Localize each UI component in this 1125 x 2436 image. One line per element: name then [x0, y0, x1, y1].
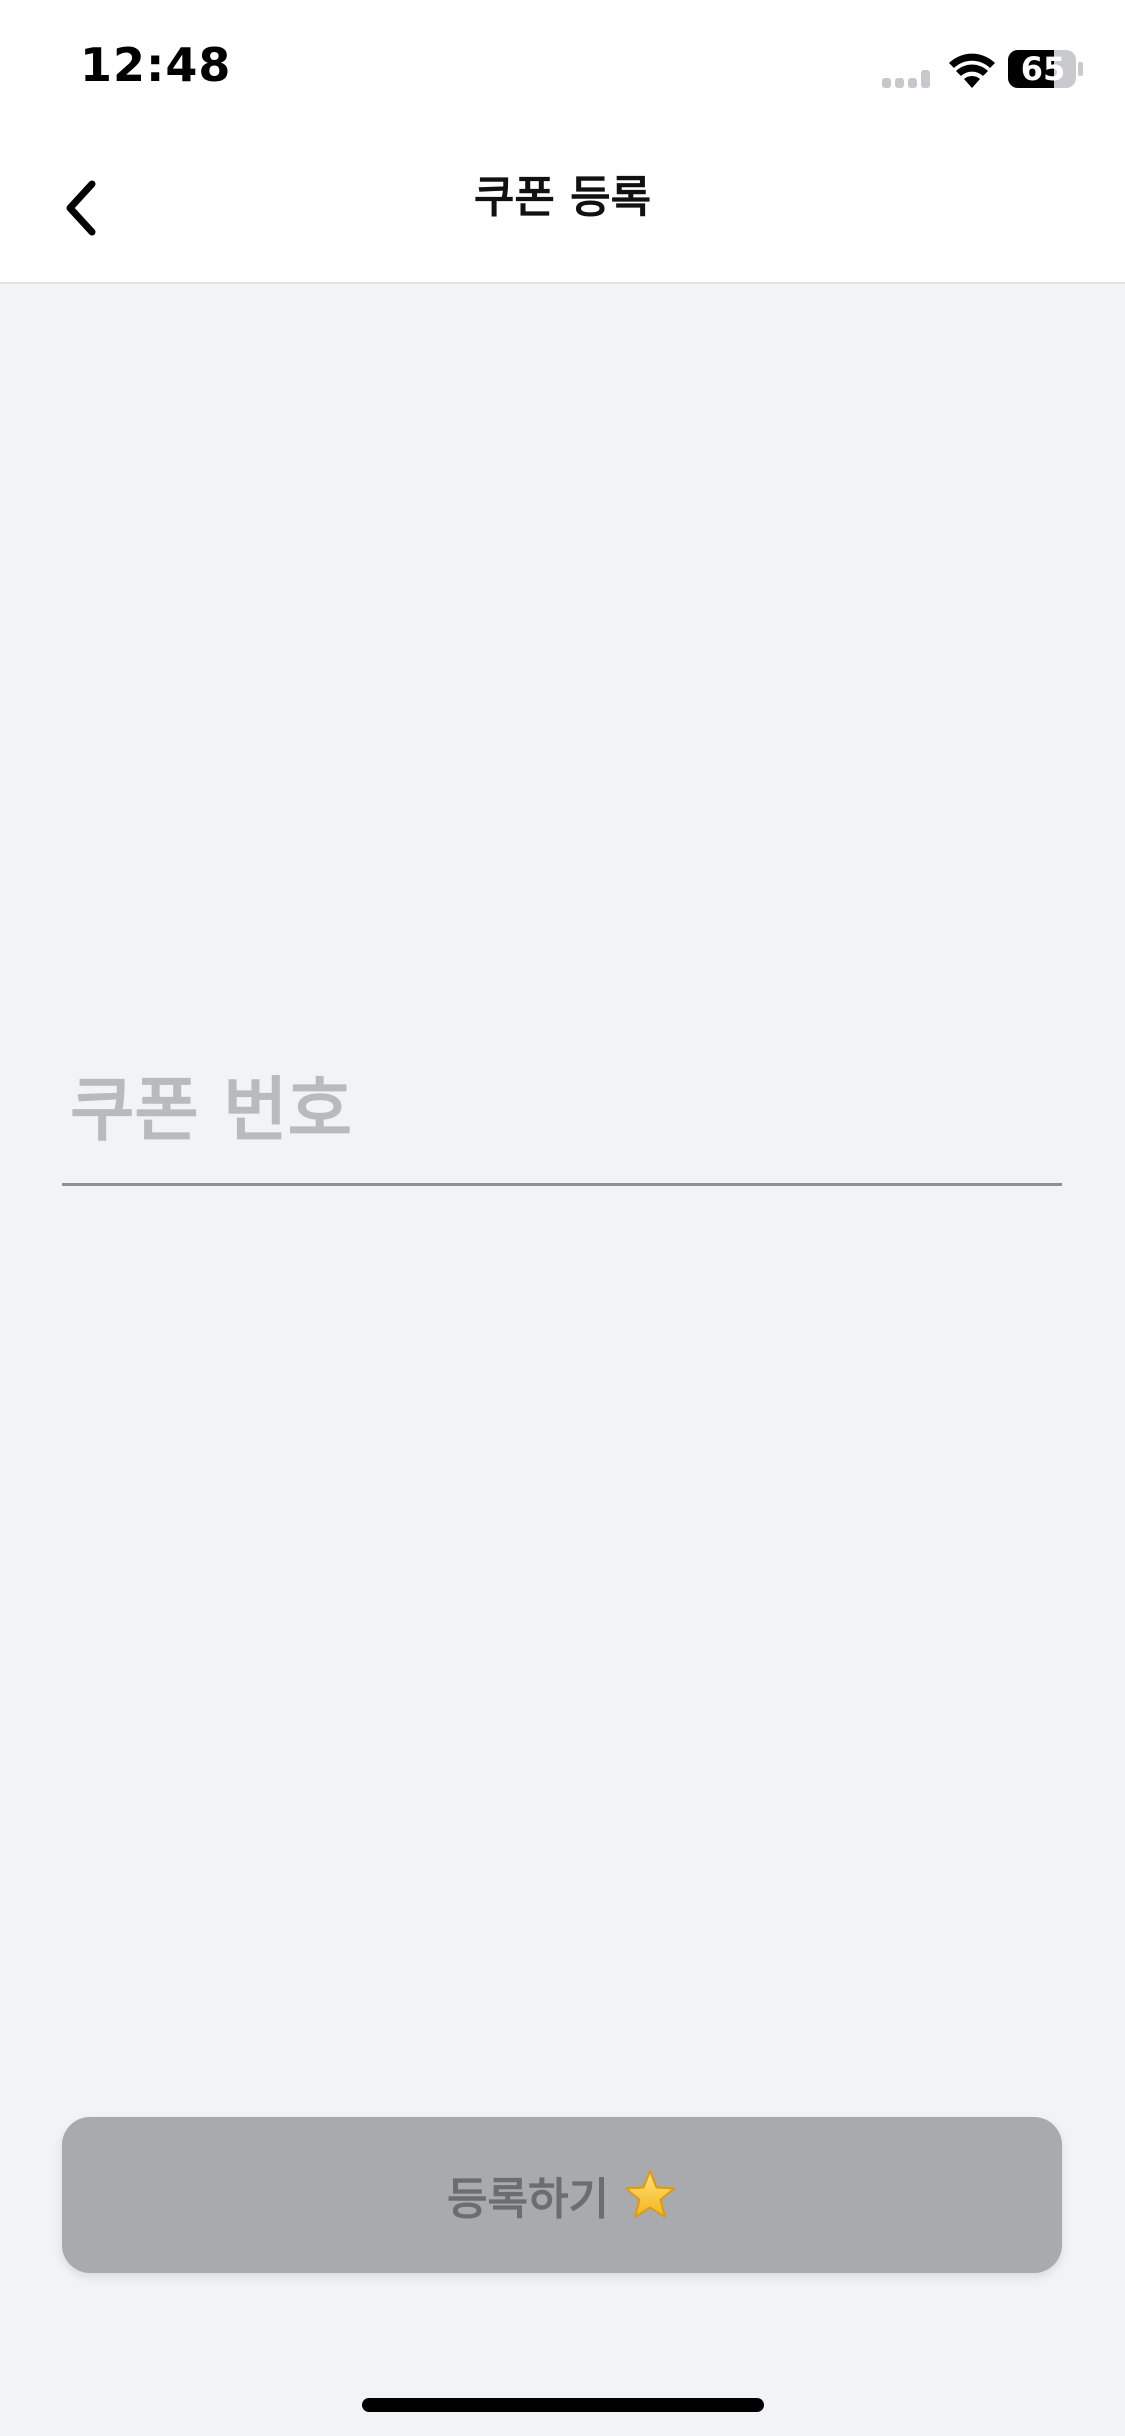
navigation-bar: 쿠폰 등록	[0, 138, 1125, 284]
status-bar: 12:48 65	[0, 0, 1125, 138]
chevron-left-icon	[66, 180, 96, 236]
battery-level: 65	[1020, 50, 1066, 88]
wifi-icon	[949, 53, 995, 88]
back-button[interactable]	[40, 158, 120, 258]
coupon-number-input[interactable]	[70, 1060, 1050, 1160]
page-title: 쿠폰 등록	[473, 172, 652, 223]
status-time: 12:48	[80, 38, 232, 92]
signal-icon	[882, 70, 930, 88]
register-button[interactable]: 등록하기	[62, 2117, 1062, 2273]
home-indicator[interactable]	[362, 2398, 764, 2412]
register-button-label: 등록하기	[447, 2174, 609, 2225]
coupon-number-field	[62, 1040, 1062, 1186]
star-icon	[624, 2170, 675, 2218]
